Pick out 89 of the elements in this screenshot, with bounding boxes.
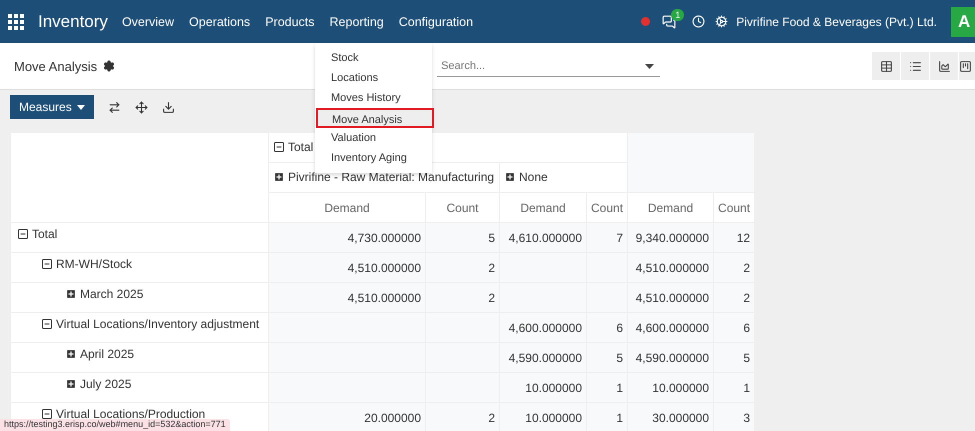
table-cell: 2	[426, 402, 500, 431]
flip-axis-icon[interactable]	[108, 100, 121, 114]
row-header[interactable]: July 2025	[65, 377, 132, 391]
table-cell: 5	[426, 222, 500, 252]
measure-header[interactable]: Demand	[268, 192, 426, 222]
apps-menu-icon[interactable]	[8, 14, 24, 30]
column-header[interactable]: None	[500, 162, 628, 192]
table-cell: 20.000000	[268, 402, 426, 431]
app-title: Inventory	[38, 12, 108, 32]
collapse-icon[interactable]	[41, 258, 53, 270]
area-chart-icon	[938, 60, 950, 72]
expand-icon[interactable]	[273, 170, 285, 182]
nav-menu-item[interactable]: Overview	[122, 14, 174, 28]
company-switcher[interactable]: Pivrifine Food & Beverages (Pvt.) Ltd.	[736, 14, 937, 28]
menu-item[interactable]: Locations	[315, 68, 432, 88]
table-cell: 7	[586, 222, 628, 252]
message-count-badge: 1	[671, 8, 684, 20]
table-cell: 6	[714, 312, 755, 342]
measure-header[interactable]: Count	[426, 192, 500, 222]
status-dot	[641, 17, 650, 26]
search-field[interactable]: Search...	[437, 55, 660, 77]
nav-menu-item[interactable]: Products	[265, 14, 315, 28]
breadcrumb: Move Analysis	[14, 58, 98, 74]
table-cell: 2	[426, 252, 500, 282]
table-cell: 1	[714, 372, 755, 402]
table-cell: 4,600.000000	[628, 312, 714, 342]
list-icon	[908, 60, 922, 72]
table-cell: 3	[714, 402, 755, 431]
caret-icon	[76, 104, 85, 110]
nav-menu-item[interactable]: Configuration	[398, 14, 474, 28]
row-header[interactable]: RM-WH/Stock	[41, 257, 132, 271]
table-cell: 4,510.000000	[628, 282, 714, 312]
nav-menu-item[interactable]: Reporting	[330, 14, 384, 28]
table-cell: 6	[586, 312, 628, 342]
table-cell: 10.000000	[500, 372, 586, 402]
table-cell: 30.000000	[628, 402, 714, 431]
menu-item[interactable]: Moves History	[315, 88, 432, 108]
collapse-icon[interactable]	[273, 140, 285, 152]
table-cell: 4,590.000000	[628, 342, 714, 372]
list-view-button[interactable]	[900, 52, 929, 80]
expand-icon[interactable]	[504, 170, 516, 182]
pivot-view-button[interactable]	[871, 52, 900, 80]
table-cell: 5	[714, 342, 755, 372]
table-cell: 5	[586, 342, 628, 372]
gears-icon[interactable]	[715, 15, 728, 28]
measures-button[interactable]: Measures	[10, 95, 94, 119]
collapse-icon[interactable]	[17, 228, 29, 240]
table-cell: 2	[714, 282, 755, 312]
measure-header[interactable]: Count	[586, 192, 628, 222]
menu-item[interactable]: Stock	[315, 48, 432, 68]
graph-view-button[interactable]	[929, 52, 958, 80]
status-url-tooltip: https://testing3.erisp.co/web#menu_id=532&action=771	[0, 419, 230, 431]
row-header[interactable]: March 2025	[65, 287, 144, 301]
collapse-icon[interactable]	[41, 408, 53, 420]
row-header[interactable]: Total	[17, 227, 58, 241]
measure-header[interactable]: Count	[714, 192, 755, 222]
nav-menu-item[interactable]: Operations	[189, 14, 250, 28]
download-icon[interactable]	[162, 100, 175, 114]
chat-icon[interactable]	[662, 14, 676, 28]
expand-all-icon[interactable]	[134, 100, 148, 114]
expand-icon[interactable]	[65, 378, 77, 390]
table-cell: 4,730.000000	[268, 222, 426, 252]
expand-icon[interactable]	[65, 288, 77, 300]
expand-icon[interactable]	[65, 348, 77, 360]
clock-icon[interactable]	[692, 15, 706, 28]
table-cell: 4,510.000000	[268, 282, 426, 312]
row-header[interactable]: April 2025	[65, 347, 134, 361]
caret-icon[interactable]	[645, 64, 654, 69]
measure-header[interactable]: Demand	[628, 192, 714, 222]
kanban-view-button[interactable]	[958, 52, 975, 80]
collapse-icon[interactable]	[41, 318, 53, 330]
table-cell: 2	[714, 252, 755, 282]
table-cell: 4,510.000000	[628, 252, 714, 282]
table-cell: 2	[426, 282, 500, 312]
table-icon	[880, 60, 892, 72]
measure-header[interactable]: Demand	[500, 192, 586, 222]
table-cell: 4,590.000000	[500, 342, 586, 372]
kanban-icon	[959, 60, 972, 72]
table-cell: 4,610.000000	[500, 222, 586, 252]
table-cell: 10.000000	[628, 372, 714, 402]
table-cell: 10.000000	[500, 402, 586, 431]
menu-item[interactable]: Move Analysis	[316, 108, 434, 128]
table-cell: 1	[586, 402, 628, 431]
settings-icon[interactable]	[103, 60, 116, 72]
table-cell: 12	[714, 222, 755, 252]
table-cell: 1	[586, 372, 628, 402]
table-cell: 4,600.000000	[500, 312, 586, 342]
table-cell: 9,340.000000	[628, 222, 714, 252]
table-cell: 4,510.000000	[268, 252, 426, 282]
